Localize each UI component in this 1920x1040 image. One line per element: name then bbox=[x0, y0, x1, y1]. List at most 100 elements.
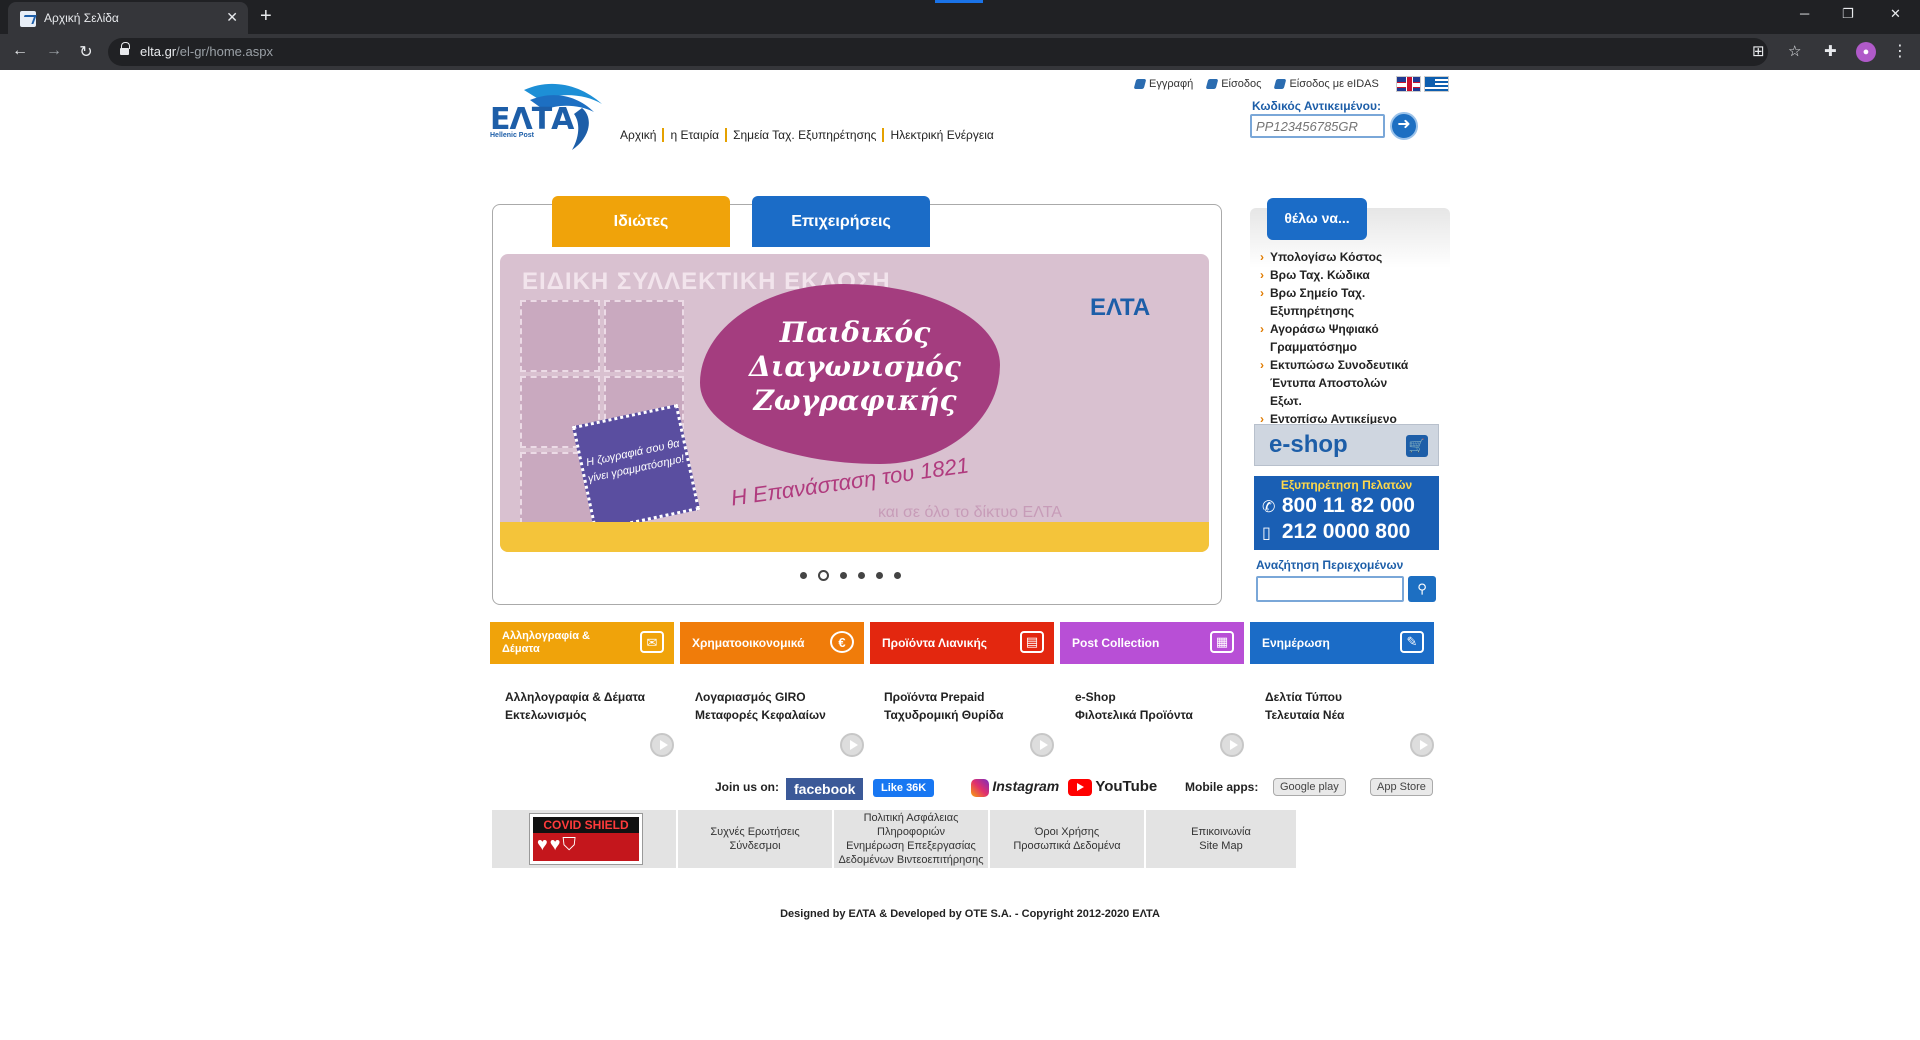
join-us-label: Join us on: bbox=[715, 780, 779, 794]
sitemap-link[interactable]: Site Map bbox=[1199, 839, 1242, 853]
search-icon[interactable]: ⚲ bbox=[1408, 576, 1436, 602]
menu-dots-icon[interactable]: ⋮ bbox=[1892, 41, 1908, 61]
login-link[interactable]: Είσοδος bbox=[1205, 78, 1261, 90]
slider-dot[interactable] bbox=[800, 572, 807, 579]
eshop-button[interactable]: e-shop 🛒 bbox=[1254, 424, 1439, 466]
nav-company[interactable]: η Εταιρία bbox=[662, 128, 725, 142]
restore-icon[interactable]: ❐ bbox=[1842, 6, 1854, 22]
slider-dot[interactable] bbox=[858, 572, 865, 579]
facebook-like-button[interactable]: Like 36K bbox=[873, 779, 935, 797]
sub-link[interactable]: Ταχυδρομική Θυρίδα bbox=[884, 706, 1064, 724]
sub-link[interactable]: Δελτία Τύπου bbox=[1265, 688, 1445, 706]
category-retail[interactable]: Προϊόντα Λιανικής ▤ bbox=[870, 622, 1054, 664]
cctv-data-link[interactable]: Δεδομένων Βιντεοεπιτήρησης bbox=[838, 853, 983, 867]
want-buy-digital-stamp-link[interactable]: Αγοράσω Ψηφιακό Γραμματόσημο bbox=[1260, 320, 1390, 356]
banner-elta-logo: ΕΛΤΑ bbox=[1090, 294, 1151, 321]
register-link[interactable]: Εγγραφή bbox=[1133, 78, 1193, 90]
want-find-postcode-link[interactable]: Βρω Ταχ. Κώδικα bbox=[1260, 266, 1460, 284]
personal-data-link[interactable]: Προσωπικά Δεδομένα bbox=[1013, 839, 1120, 853]
nav-service-points[interactable]: Σημεία Ταχ. Εξυπηρέτησης bbox=[725, 128, 882, 142]
tab-private[interactable]: Ιδιώτες bbox=[552, 196, 730, 247]
envelope-icon: ✉ bbox=[640, 631, 664, 653]
sub-link[interactable]: Μεταφορές Κεφαλαίων bbox=[695, 706, 875, 724]
copyright-text: Designed by ΕΛΤΑ & Developed by OTE S.A.… bbox=[780, 908, 1160, 920]
cart-icon: 🛒 bbox=[1406, 435, 1428, 457]
play-arrow-icon[interactable] bbox=[840, 733, 864, 757]
instagram-link[interactable]: Instagram bbox=[971, 778, 1059, 797]
play-arrow-icon[interactable] bbox=[1030, 733, 1054, 757]
tracking-submit-button[interactable]: ➜ bbox=[1390, 112, 1418, 140]
want-print-forms-link[interactable]: Εκτυπώσω Συνοδευτικά Έντυπα Αποστολών Εξ… bbox=[1260, 356, 1410, 410]
phone-icon: ✆ bbox=[1262, 499, 1276, 516]
play-arrow-icon[interactable] bbox=[1410, 733, 1434, 757]
sub-link[interactable]: Λογαριασμός GIRO bbox=[695, 688, 875, 706]
contact-link[interactable]: Επικοινωνία bbox=[1191, 825, 1251, 839]
tracking-input[interactable] bbox=[1250, 114, 1385, 138]
category-sub-links: e-Shop Φιλοτελικά Προϊόντα bbox=[1075, 688, 1255, 724]
sub-link[interactable]: e-Shop bbox=[1075, 688, 1255, 706]
security-policy-link[interactable]: Πολιτική Ασφάλειας Πληροφοριών bbox=[834, 811, 988, 839]
greek-flag-icon[interactable] bbox=[1424, 76, 1449, 92]
youtube-link[interactable]: YouTube bbox=[1068, 778, 1157, 797]
login-eidas-link[interactable]: Είσοδος με eIDAS bbox=[1274, 78, 1379, 90]
nav-home[interactable]: Αρχική bbox=[620, 128, 662, 142]
slider-dot[interactable] bbox=[894, 572, 901, 579]
nav-electric-energy[interactable]: Ηλεκτρική Ενέργεια bbox=[882, 128, 999, 142]
english-flag-icon[interactable] bbox=[1396, 76, 1421, 92]
hero-banner[interactable]: ΕΙΔΙΚΗ ΣΥΛΛΕΚΤΙΚΗ ΕΚΔΟΣΗ Παιδικός Διαγων… bbox=[500, 254, 1209, 552]
facebook-link[interactable]: facebook bbox=[786, 778, 864, 800]
elta-logo[interactable]: ΕΛΤΑ Hellenic Post bbox=[490, 78, 610, 153]
translate-icon[interactable]: ⊞ bbox=[1752, 42, 1765, 60]
category-mail-parcels[interactable]: Αλληλογραφία & Δέματα ✉ bbox=[490, 622, 674, 664]
slider-dot[interactable] bbox=[876, 572, 883, 579]
extensions-icon[interactable]: ✚ bbox=[1824, 42, 1837, 60]
category-sub-links: Δελτία Τύπου Τελευταία Νέα bbox=[1265, 688, 1445, 724]
address-bar: ← → ↻ elta.gr/el-gr/home.aspx ⊞ ☆ ✚ ● ⋮ bbox=[0, 34, 1920, 70]
play-arrow-icon[interactable] bbox=[1220, 733, 1244, 757]
new-tab-icon[interactable]: + bbox=[260, 5, 272, 28]
app-store-button[interactable]: App Store bbox=[1370, 778, 1433, 796]
tab-business[interactable]: Επιχειρήσεις bbox=[752, 196, 930, 247]
want-find-service-point-link[interactable]: Βρω Σημείο Ταχ. Εξυπηρέτησης bbox=[1260, 284, 1390, 320]
close-tab-icon[interactable]: ✕ bbox=[226, 9, 238, 26]
profile-avatar[interactable]: ● bbox=[1856, 42, 1876, 62]
sub-link[interactable]: Φιλοτελικά Προϊόντα bbox=[1075, 706, 1255, 724]
sub-link[interactable]: Προϊόντα Prepaid bbox=[884, 688, 1064, 706]
edit-icon: ✎ bbox=[1400, 631, 1424, 653]
slider-dot[interactable] bbox=[840, 572, 847, 579]
links-link[interactable]: Σύνδεσμοι bbox=[729, 839, 780, 853]
sub-link[interactable]: Εκτελωνισμός bbox=[505, 706, 685, 724]
category-finance[interactable]: Χρηματοοικονομικά € bbox=[680, 622, 864, 664]
google-play-button[interactable]: Google play bbox=[1273, 778, 1346, 796]
content-search-label: Αναζήτηση Περιεχομένων bbox=[1256, 558, 1404, 572]
want-to-button[interactable]: θέλω να... bbox=[1267, 198, 1367, 240]
sub-link[interactable]: Αλληλογραφία & Δέματα bbox=[505, 688, 685, 706]
want-calc-cost-link[interactable]: Υπολογίσω Κόστος bbox=[1260, 248, 1460, 266]
customer-service-box[interactable]: Εξυπηρέτηση Πελατών ✆ 800 11 82 000 ▯ 21… bbox=[1254, 476, 1439, 550]
instagram-icon bbox=[971, 778, 989, 797]
heart-shield-icon: ♥♥⛉ bbox=[537, 834, 578, 854]
terms-link[interactable]: Όροι Χρήσης bbox=[1035, 825, 1099, 839]
browser-tab[interactable]: Αρχική Σελίδα ✕ bbox=[8, 2, 248, 34]
back-icon[interactable]: ← bbox=[10, 42, 30, 60]
mobile-icon: ▯ bbox=[1262, 525, 1271, 542]
url-text[interactable]: elta.gr/el-gr/home.aspx bbox=[140, 44, 273, 59]
page-container: Εγγραφή Είσοδος Είσοδος με eIDAS ΕΛΤΑ He… bbox=[490, 70, 1450, 970]
forward-icon[interactable]: → bbox=[44, 42, 64, 60]
close-window-icon[interactable]: ✕ bbox=[1890, 6, 1901, 22]
service-phone-1: ✆ 800 11 82 000 bbox=[1262, 494, 1415, 517]
category-post-collection[interactable]: Post Collection ▦ bbox=[1060, 622, 1244, 664]
minimize-icon[interactable]: ─ bbox=[1800, 6, 1809, 21]
covid-shield-badge[interactable]: COVID SHIELD ♥♥⛉ bbox=[530, 814, 642, 864]
slider-dot-active[interactable] bbox=[818, 570, 829, 581]
lock-icon[interactable] bbox=[120, 42, 130, 56]
sub-link[interactable]: Τελευταία Νέα bbox=[1265, 706, 1445, 724]
content-search-input[interactable] bbox=[1256, 576, 1404, 602]
bookmark-star-icon[interactable]: ☆ bbox=[1788, 42, 1801, 60]
faq-link[interactable]: Συχνές Ερωτήσεις bbox=[710, 825, 799, 839]
category-news[interactable]: Ενημέρωση ✎ bbox=[1250, 622, 1434, 664]
play-arrow-icon[interactable] bbox=[650, 733, 674, 757]
reload-icon[interactable]: ↻ bbox=[76, 42, 96, 62]
omnibox[interactable]: elta.gr/el-gr/home.aspx ⊞ ☆ bbox=[108, 38, 1801, 66]
processing-notice-link[interactable]: Ενημέρωση Επεξεργασίας bbox=[846, 839, 976, 853]
